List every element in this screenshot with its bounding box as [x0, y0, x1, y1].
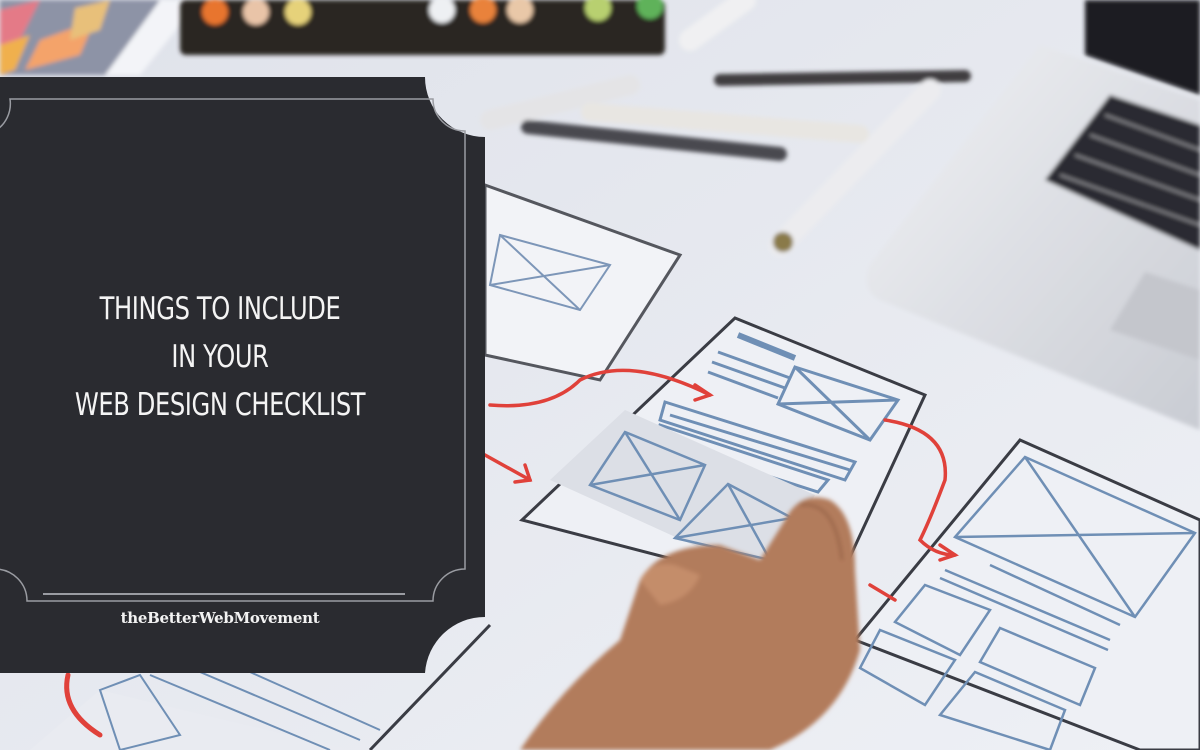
marker-tray — [180, 0, 665, 55]
title-line: IN YOUR — [171, 339, 269, 375]
title-line: THINGS TO INCLUDE — [99, 291, 341, 327]
page-title: THINGS TO INCLUDE IN YOUR WEB DESIGN CHE… — [48, 285, 391, 429]
brand-name: theBetterWebMovement — [120, 609, 320, 627]
title-panel: THINGS TO INCLUDE IN YOUR WEB DESIGN CHE… — [0, 77, 485, 673]
title-line: WEB DESIGN CHECKLIST — [74, 387, 366, 423]
